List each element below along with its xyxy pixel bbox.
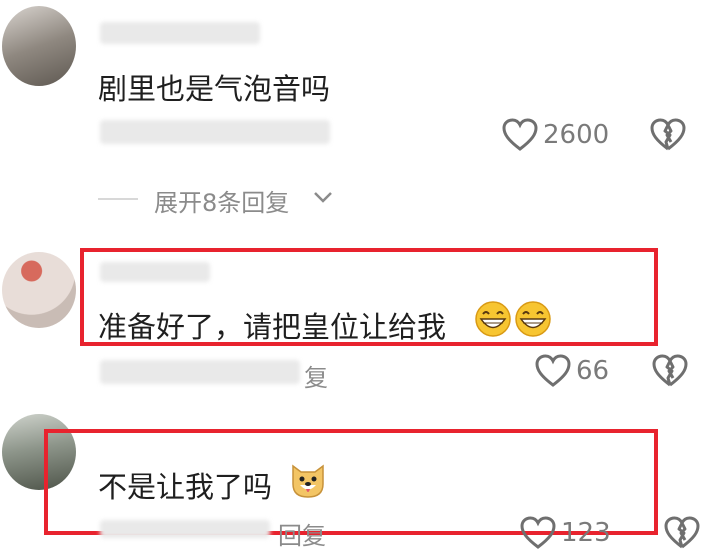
expand-replies-button[interactable]: 展开8条回复 — [154, 183, 289, 218]
avatar[interactable] — [2, 252, 76, 328]
like-count: 2600 — [543, 120, 610, 150]
comment-meta-blurred — [100, 360, 300, 384]
dislike-broken-heart-icon[interactable] — [652, 354, 688, 388]
like-count: 123 — [561, 518, 611, 548]
comment-text: 不是让我了吗 — [98, 470, 273, 504]
chevron-down-icon[interactable] — [312, 189, 334, 205]
like-heart-icon[interactable] — [520, 516, 556, 550]
comment-text: 剧里也是气泡音吗 — [98, 72, 331, 106]
divider-line — [98, 198, 138, 200]
grin-emoji — [474, 300, 512, 342]
comment-text: 准备好了，请把皇位让给我 — [98, 310, 447, 344]
username-blurred — [100, 22, 260, 44]
grin-emoji — [514, 300, 552, 342]
like-heart-icon[interactable] — [535, 354, 571, 388]
reply-button[interactable]: 复 — [304, 358, 328, 393]
dislike-broken-heart-icon[interactable] — [650, 118, 686, 152]
like-count: 66 — [576, 356, 610, 386]
dislike-broken-heart-icon[interactable] — [664, 516, 700, 550]
reply-button[interactable]: 回复 — [278, 516, 326, 551]
comment-meta-blurred — [100, 120, 330, 144]
dog-face-emoji — [288, 460, 328, 504]
like-heart-icon[interactable] — [502, 118, 538, 152]
avatar[interactable] — [2, 6, 76, 86]
comment-meta-blurred — [100, 520, 270, 538]
